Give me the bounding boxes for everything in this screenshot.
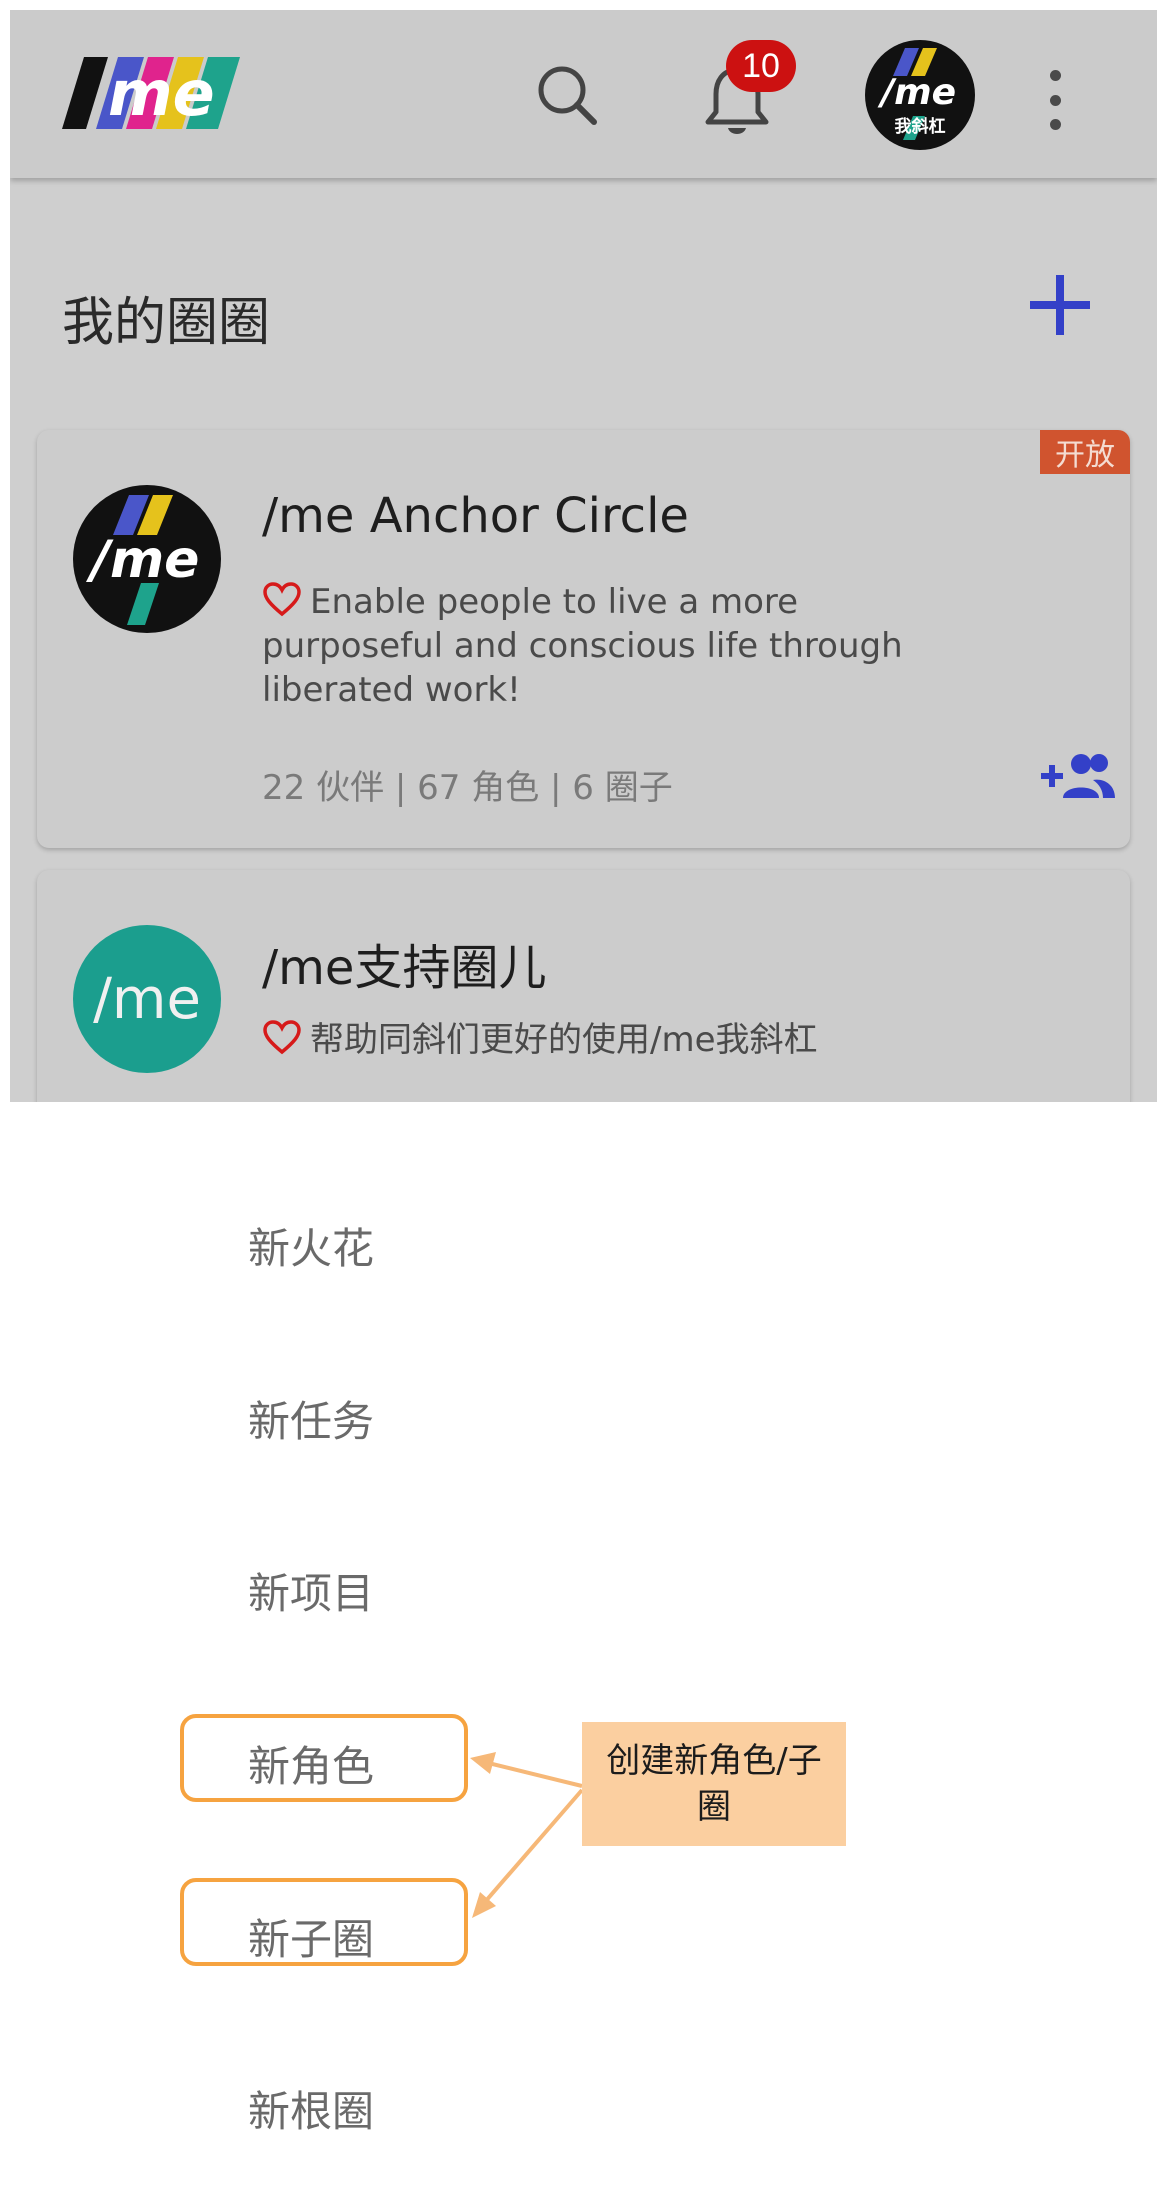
- me-logo[interactable]: me: [62, 57, 262, 130]
- group-add-icon: [1041, 754, 1115, 798]
- menu-item-new-project[interactable]: 新项目: [248, 1560, 374, 1621]
- open-tag: 开放: [1040, 430, 1130, 474]
- more-vert-icon: [1049, 70, 1061, 81]
- circle-card-anchor[interactable]: 开放 /me /me Anchor Circle Enable people t…: [37, 430, 1130, 848]
- svg-text:/me: /me: [877, 72, 956, 113]
- add-circle-button[interactable]: [1020, 265, 1100, 345]
- more-options-button[interactable]: [1030, 60, 1080, 140]
- user-avatar[interactable]: /me 我斜杠: [865, 40, 975, 150]
- circle-card-support[interactable]: /me /me支持圈儿 帮助同斜们更好的使用/me我斜杠: [37, 870, 1130, 1102]
- avatar-caption: 我斜杠: [895, 116, 946, 137]
- svg-text:/me: /me: [86, 530, 199, 590]
- circle-avatar: /me: [73, 925, 221, 1073]
- notifications-button[interactable]: 10: [690, 40, 800, 140]
- join-circle-button[interactable]: [1037, 748, 1117, 804]
- app-bar: me 10 /me 我斜杠: [10, 10, 1157, 178]
- menu-item-new-spark[interactable]: 新火花: [248, 1215, 374, 1276]
- app-background: me 10 /me 我斜杠 我的圈圈 开放 /me /me Anchor Cir…: [10, 10, 1157, 1102]
- circle-title: /me Anchor Circle: [262, 488, 689, 544]
- heart-icon: [263, 582, 301, 617]
- circle-stats: 22 伙伴 | 67 角色 | 6 圈子: [262, 768, 673, 808]
- highlight-new-subcircle: [180, 1878, 468, 1966]
- plus-icon: [1030, 275, 1090, 335]
- heart-icon: [263, 1020, 301, 1055]
- circle-purpose: 帮助同斜们更好的使用/me我斜杠: [262, 1018, 1082, 1062]
- svg-text:me: me: [108, 57, 215, 129]
- circle-title: /me支持圈儿: [262, 940, 547, 996]
- annotation-callout: 创建新角色/子圈: [582, 1722, 846, 1846]
- search-button[interactable]: [522, 50, 612, 140]
- search-icon: [538, 66, 597, 125]
- notification-badge: 10: [726, 40, 796, 92]
- screen: me 10 /me 我斜杠 我的圈圈 开放 /me /me Anchor Cir…: [0, 0, 1170, 2190]
- menu-item-new-root-circle[interactable]: 新根圈: [248, 2078, 374, 2139]
- circle-avatar: /me: [73, 485, 221, 633]
- circle-purpose: Enable people to live a more purposeful …: [262, 582, 903, 710]
- section-title: 我的圈圈: [62, 293, 271, 353]
- menu-item-new-task[interactable]: 新任务: [248, 1388, 374, 1449]
- highlight-new-role: [180, 1714, 468, 1802]
